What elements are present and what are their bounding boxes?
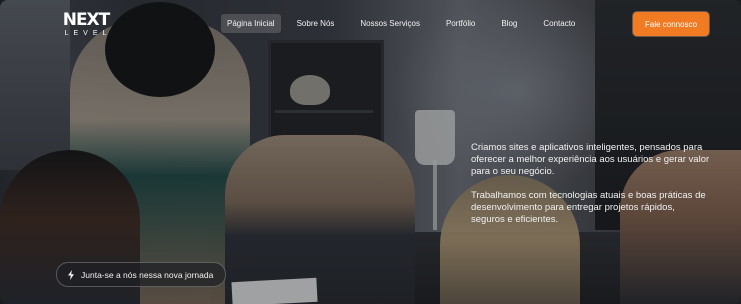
nav-item-contact[interactable]: Contacto xyxy=(537,14,581,33)
hero-paragraph-1: Criamos sites e aplicativos inteligentes… xyxy=(471,142,710,178)
contact-cta-button[interactable]: Fale connosco xyxy=(633,12,709,36)
join-journey-pill[interactable]: Junta-se a nós nessa nova jornada xyxy=(56,262,227,287)
hero-section: NEXT LEVEL Página Inicial Sobre Nós Noss… xyxy=(0,0,741,304)
join-journey-label: Junta-se a nós nessa nova jornada xyxy=(81,269,214,280)
brand-logo[interactable]: NEXT LEVEL xyxy=(56,10,116,38)
nav-item-about[interactable]: Sobre Nós xyxy=(291,14,341,33)
nav-item-home[interactable]: Página Inicial xyxy=(221,14,281,33)
logo-sub-text: LEVEL xyxy=(64,30,112,37)
nav-item-services[interactable]: Nossos Serviços xyxy=(354,14,426,33)
hero-copy: Criamos sites e aplicativos inteligentes… xyxy=(471,142,711,237)
main-nav: Página Inicial Sobre Nós Nossos Serviços… xyxy=(221,14,581,33)
nav-item-blog[interactable]: Blog xyxy=(495,14,523,33)
hero-paragraph-2: Trabalhamos com tecnologias atuais e boa… xyxy=(471,189,706,226)
logo-main-text: NEXT xyxy=(62,10,111,30)
nav-item-portfolio[interactable]: Portfólio xyxy=(440,14,481,33)
lightning-bolt-icon xyxy=(68,269,74,280)
